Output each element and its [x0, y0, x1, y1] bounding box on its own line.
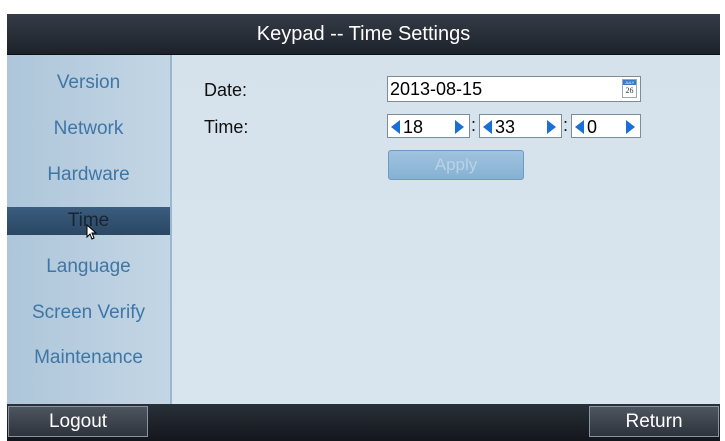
time-separator: : — [471, 115, 477, 135]
hour-increment-arrow-icon[interactable] — [455, 120, 464, 134]
sidebar-item-time[interactable]: Time — [7, 207, 170, 240]
date-value: 2013-08-15 — [390, 79, 483, 99]
keypad-window: Keypad -- Time Settings Version Network … — [0, 0, 725, 441]
calendar-icon[interactable]: JULY 26 — [622, 79, 637, 98]
minute-field[interactable]: 33 — [479, 114, 562, 138]
second-value: 0 — [587, 117, 598, 137]
second-increment-arrow-icon[interactable] — [626, 120, 635, 134]
return-button[interactable]: Return — [589, 406, 719, 437]
sidebar-item-network[interactable]: Network — [7, 114, 170, 144]
minute-increment-arrow-icon[interactable] — [547, 120, 556, 134]
minute-value: 33 — [495, 117, 516, 137]
time-separator: : — [563, 115, 569, 135]
second-decrement-arrow-icon[interactable] — [575, 120, 584, 134]
window-title: Keypad -- Time Settings — [7, 14, 720, 55]
hour-decrement-arrow-icon[interactable] — [391, 120, 400, 134]
sidebar-item-language[interactable]: Language — [7, 252, 170, 282]
minute-decrement-arrow-icon[interactable] — [483, 120, 492, 134]
apply-button[interactable]: Apply — [388, 150, 524, 180]
sidebar-item-screen-verify[interactable]: Screen Verify — [7, 298, 170, 328]
hour-spinner: 18 — [387, 114, 470, 138]
time-settings-panel — [172, 55, 720, 404]
hour-value: 18 — [403, 117, 424, 137]
time-label: Time: — [204, 117, 249, 137]
sidebar-menu: Version Network Hardware Time Language S… — [7, 55, 172, 404]
second-spinner: 0 — [571, 114, 641, 138]
hour-field[interactable]: 18 — [387, 114, 470, 138]
sidebar-item-version[interactable]: Version — [7, 68, 170, 98]
sidebar-item-hardware[interactable]: Hardware — [7, 160, 170, 190]
minute-spinner: 33 — [479, 114, 562, 138]
second-field[interactable]: 0 — [571, 114, 641, 138]
logout-button[interactable]: Logout — [8, 406, 148, 437]
mouse-pointer-icon — [86, 224, 98, 240]
calendar-day: 26 — [625, 86, 634, 95]
sidebar-item-maintenance[interactable]: Maintenance — [7, 343, 170, 373]
date-label: Date: — [204, 80, 248, 100]
date-field[interactable]: 2013-08-15 JULY 26 — [387, 76, 641, 102]
